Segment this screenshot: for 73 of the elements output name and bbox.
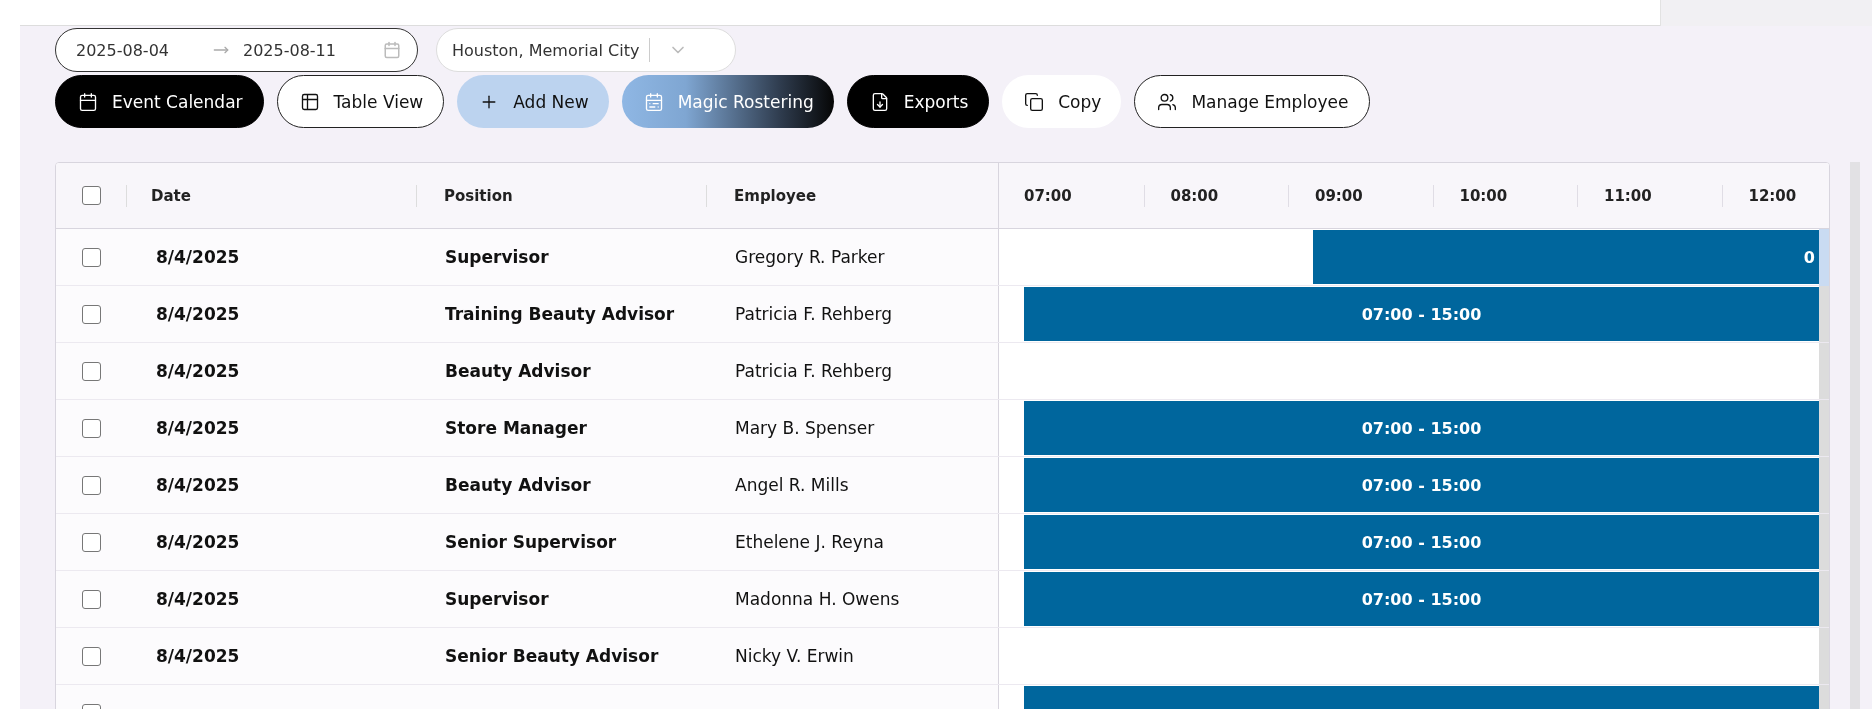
end-date: 2025-08-11: [243, 40, 336, 60]
calendar-icon: [78, 91, 98, 112]
toolbar-button[interactable]: Add New: [457, 75, 609, 128]
scrollbar[interactable]: [1819, 400, 1829, 456]
checkbox[interactable]: [81, 475, 101, 495]
date-cell: 8/4/2025: [156, 247, 240, 267]
checkbox[interactable]: [81, 646, 101, 666]
employee-cell: Ethelene J. Reyna: [735, 532, 885, 552]
date-cell: 8/4/2025: [156, 475, 240, 495]
toolbar-button[interactable]: Event Calendar: [55, 75, 264, 128]
position-cell: Supervisor: [445, 247, 549, 267]
position-cell: Beauty Advisor: [445, 475, 591, 495]
scrollbar[interactable]: [1819, 571, 1829, 627]
position-cell: Supervisor: [445, 589, 549, 609]
position-cell: Beauty Advisor: [445, 361, 591, 381]
scrollbar[interactable]: [1819, 457, 1829, 513]
date-range-field[interactable]: 2025-08-04 2025-08-11: [55, 28, 418, 72]
scrollbar[interactable]: [1819, 229, 1829, 285]
toolbar-button[interactable]: Magic Rostering: [621, 75, 834, 128]
date-cell: 8/4/2025: [156, 532, 240, 552]
shift-bar[interactable]: 07:00 - 15:00: [1024, 401, 1819, 455]
employee-cell: Mary B. Spenser: [735, 418, 875, 438]
employee-cell: Nicky V. Erwin: [735, 646, 854, 666]
hour-header: 07:00: [1023, 185, 1073, 207]
start-date: 2025-08-04: [76, 40, 169, 60]
position-cell: Senior Beauty Advisor: [445, 646, 659, 666]
employee-cell: Angel R. Mills: [735, 475, 849, 495]
users-icon: [1157, 91, 1178, 112]
calendar-icon: [643, 91, 664, 112]
employee-cell: Patricia F. Rehberg: [735, 361, 893, 381]
position-cell: Training Beauty Advisor: [445, 304, 675, 324]
table-icon: [299, 91, 320, 112]
toolbar-button[interactable]: Copy: [1002, 75, 1122, 128]
employee-cell: Madonna H. Owens: [735, 589, 900, 609]
position-cell: Senior Supervisor: [445, 532, 617, 552]
shift-bar[interactable]: 07:00 - 15:00: [1024, 458, 1819, 512]
checkbox[interactable]: [81, 304, 101, 324]
toolbar-button[interactable]: Manage Employee: [1134, 75, 1370, 128]
checkbox[interactable]: [81, 589, 101, 609]
hour-header: 10:00: [1432, 184, 1577, 207]
column-header: Position: [416, 184, 706, 207]
shift-bar[interactable]: 0: [1313, 230, 1819, 284]
calendar-icon[interactable]: [383, 41, 401, 59]
scrollbar[interactable]: [1819, 628, 1829, 684]
position-cell: Store Manager: [445, 418, 587, 438]
checkbox[interactable]: [81, 247, 101, 267]
hour-header: 08:00: [1143, 184, 1288, 207]
hour-header: 09:00: [1288, 184, 1433, 207]
toolbar-button[interactable]: Exports: [846, 75, 990, 128]
shift-bar[interactable]: 07:00 - 15:00: [1024, 572, 1819, 626]
checkbox[interactable]: [81, 532, 101, 552]
scrollbar[interactable]: [1819, 343, 1829, 399]
checkbox[interactable]: [81, 361, 101, 381]
checkbox[interactable]: [81, 418, 101, 438]
employee-cell: Patricia F. Rehberg: [735, 304, 893, 324]
shift-bar[interactable]: 07:00 - 15:00: [1024, 287, 1819, 341]
employee-cell: Gregory R. Parker: [735, 247, 885, 267]
hour-header: 11:00: [1577, 184, 1722, 207]
scrollbar[interactable]: [1819, 286, 1829, 342]
checkbox[interactable]: [81, 186, 101, 205]
copy-icon: [1024, 91, 1045, 112]
shift-bar[interactable]: 07:00 - 15:00: [1024, 515, 1819, 569]
date-cell: 8/4/2025: [156, 646, 240, 666]
location-select[interactable]: Houston, Memorial City: [436, 28, 736, 72]
date-cell: 8/4/2025: [156, 589, 240, 609]
column-header: Date: [126, 184, 416, 207]
date-cell: 8/4/2025: [156, 361, 240, 381]
date-cell: 8/4/2025: [156, 418, 240, 438]
scrollbar[interactable]: [1819, 514, 1829, 570]
column-header: Employee: [706, 184, 998, 207]
date-cell: 8/4/2025: [156, 304, 240, 324]
toolbar-button[interactable]: Table View: [276, 75, 445, 128]
location-value: Houston, Memorial City: [452, 40, 640, 60]
